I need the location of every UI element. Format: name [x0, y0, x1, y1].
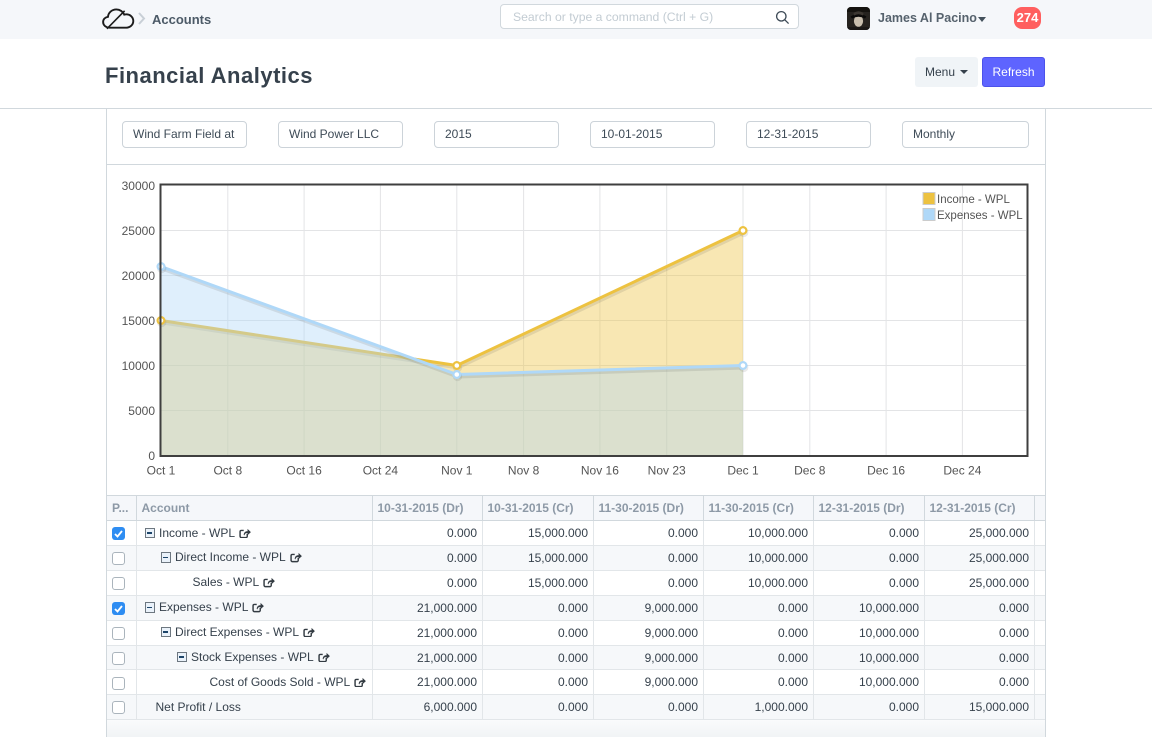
svg-text:Dec 1: Dec 1	[727, 464, 759, 478]
svg-text:15000: 15000	[122, 314, 156, 328]
svg-text:Nov 23: Nov 23	[648, 464, 686, 478]
svg-text:Nov 8: Nov 8	[508, 464, 540, 478]
svg-text:Expenses - WPL: Expenses - WPL	[937, 210, 1023, 222]
svg-text:Oct 8: Oct 8	[213, 464, 242, 478]
svg-text:Oct 1: Oct 1	[147, 464, 176, 478]
svg-text:Dec 16: Dec 16	[867, 464, 905, 478]
svg-text:Dec 8: Dec 8	[794, 464, 826, 478]
svg-text:Nov 1: Nov 1	[441, 464, 473, 478]
svg-text:Dec 24: Dec 24	[943, 464, 981, 478]
svg-text:20000: 20000	[122, 269, 156, 283]
svg-text:Income - WPL: Income - WPL	[937, 194, 1010, 206]
svg-text:10000: 10000	[122, 359, 156, 373]
svg-text:30000: 30000	[122, 179, 156, 193]
svg-text:5000: 5000	[128, 404, 155, 418]
svg-text:25000: 25000	[122, 224, 156, 238]
svg-text:0: 0	[148, 449, 155, 463]
svg-text:Nov 16: Nov 16	[581, 464, 619, 478]
svg-text:Oct 16: Oct 16	[286, 464, 322, 478]
svg-text:Oct 24: Oct 24	[363, 464, 399, 478]
